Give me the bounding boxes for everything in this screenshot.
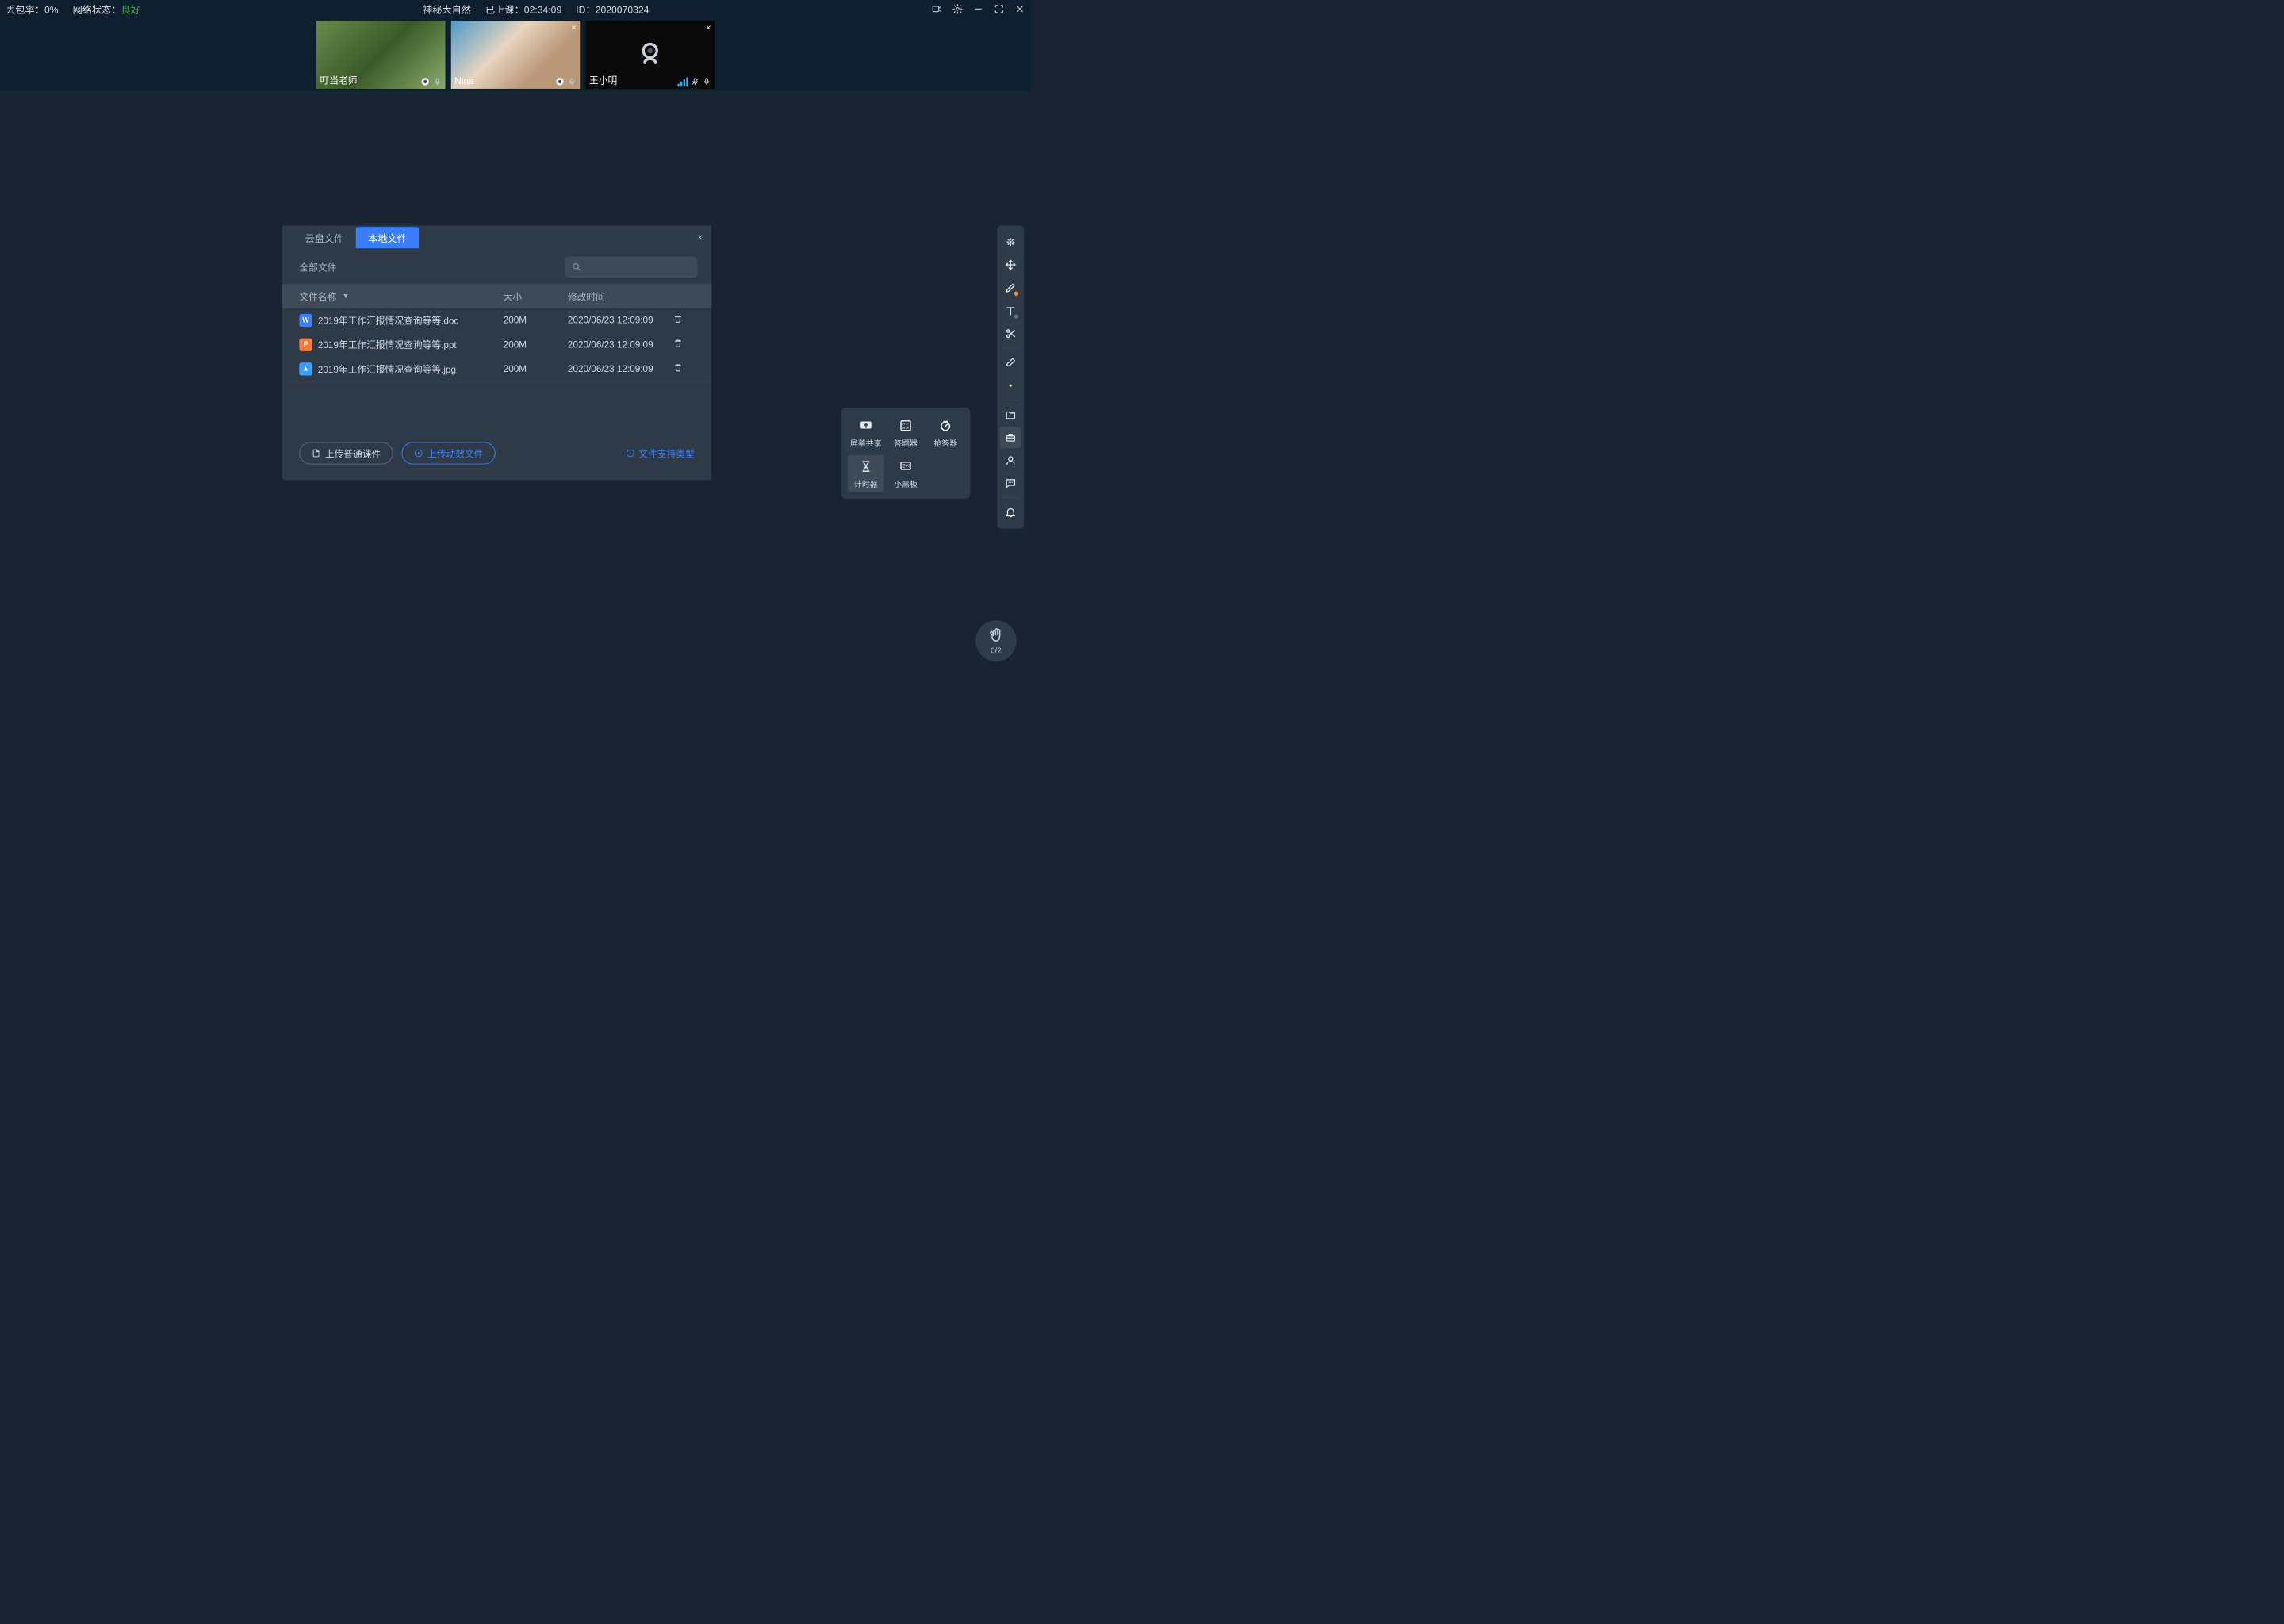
move-icon[interactable] xyxy=(1000,254,1021,275)
id-value: 2020070324 xyxy=(596,5,650,16)
tool-screen-share[interactable]: 屏幕共享 xyxy=(848,414,884,451)
pen-icon[interactable] xyxy=(1000,277,1021,298)
sort-caret-icon[interactable]: ▼ xyxy=(343,292,350,300)
eraser-icon[interactable] xyxy=(1000,352,1021,373)
file-time: 2020/06/23 12:09:09 xyxy=(568,363,673,374)
video-strip: 叮当老师 × Nina × 王小明 xyxy=(0,18,1031,92)
close-icon[interactable]: × xyxy=(697,232,703,243)
file-name: 2019年工作汇报情况查询等等.doc xyxy=(318,313,458,327)
globe-icon xyxy=(555,77,565,87)
main-area: 云盘文件 本地文件 × 全部文件 文件名称 ▼ 大小 修改时间 W 2019年工作… xyxy=(0,91,1031,733)
mic-icon xyxy=(568,77,577,87)
file-row[interactable]: P 2019年工作汇报情况查询等等.ppt 200M 2020/06/23 12… xyxy=(282,332,712,357)
trash-icon[interactable] xyxy=(673,362,684,373)
mic-muted-icon xyxy=(691,77,699,87)
svg-text:✗: ✗ xyxy=(906,426,910,430)
folder-icon[interactable] xyxy=(1000,404,1021,425)
file-type-icon: ▲ xyxy=(299,362,312,375)
file-row[interactable]: W 2019年工作汇报情况查询等等.doc 200M 2020/06/23 12… xyxy=(282,308,712,333)
supported-types-link[interactable]: 文件支持类型 xyxy=(626,446,695,460)
camera-off-icon xyxy=(634,39,666,71)
close-icon[interactable]: × xyxy=(706,23,711,33)
hand-raise-button[interactable]: 0/2 xyxy=(975,620,1017,661)
tool-buzzer[interactable]: 抢答器 xyxy=(927,414,964,451)
network-label: 网络状态： xyxy=(73,5,121,16)
svg-text:B: B xyxy=(902,426,905,430)
file-table-header: 文件名称 ▼ 大小 修改时间 xyxy=(282,284,712,308)
file-time: 2020/06/23 12:09:09 xyxy=(568,339,673,350)
file-name: 2019年工作汇报情况查询等等.jpg xyxy=(318,362,456,376)
col-name-header[interactable]: 文件名称 xyxy=(299,289,336,303)
top-bar: 丢包率：0% 网络状态：良好 神秘大自然 已上课：02:34:09 ID：202… xyxy=(0,0,1031,18)
video-tile-student[interactable]: × 王小明 xyxy=(585,21,715,89)
col-time-header[interactable]: 修改时间 xyxy=(568,289,673,303)
chat-icon[interactable] xyxy=(1000,473,1021,494)
dot-tool-icon[interactable] xyxy=(1000,375,1021,396)
fullscreen-icon[interactable] xyxy=(994,4,1005,15)
toolbox-icon[interactable] xyxy=(1000,427,1021,448)
text-icon[interactable] xyxy=(1000,300,1021,321)
globe-icon xyxy=(420,77,431,87)
network-value: 良好 xyxy=(121,5,140,16)
scissors-icon[interactable] xyxy=(1000,323,1021,344)
camera-icon[interactable] xyxy=(932,4,943,15)
hand-icon xyxy=(988,627,1005,644)
tab-local-files[interactable]: 本地文件 xyxy=(356,227,419,248)
participant-name: 王小明 xyxy=(589,74,617,87)
close-icon[interactable] xyxy=(1014,4,1025,15)
close-icon[interactable]: × xyxy=(571,23,576,33)
tool-timer[interactable]: 计时器 xyxy=(848,455,884,492)
search-input[interactable] xyxy=(565,257,697,278)
bell-icon[interactable] xyxy=(1000,501,1021,523)
minimize-icon[interactable] xyxy=(973,4,984,15)
trash-icon[interactable] xyxy=(673,339,684,349)
upload-animated-button[interactable]: 上传动效文件 xyxy=(401,442,495,464)
play-icon xyxy=(414,449,423,458)
svg-text:A: A xyxy=(902,422,905,426)
packet-loss-label: 丢包率： xyxy=(6,5,44,16)
mic-icon xyxy=(433,77,442,87)
room-title: 神秘大自然 xyxy=(423,2,471,16)
file-size: 200M xyxy=(504,339,568,350)
file-name: 2019年工作汇报情况查询等等.ppt xyxy=(318,338,457,351)
tool-quiz[interactable]: A✓B✗ 答题器 xyxy=(887,414,924,451)
color-indicator xyxy=(1014,291,1018,295)
elapsed-label: 已上课： xyxy=(485,5,524,16)
col-size-header[interactable]: 大小 xyxy=(504,289,568,303)
info-icon xyxy=(626,449,635,458)
user-icon[interactable] xyxy=(1000,450,1021,471)
color-indicator xyxy=(1014,314,1018,318)
right-toolbar xyxy=(998,225,1024,528)
breadcrumb[interactable]: 全部文件 xyxy=(299,260,336,274)
mic-icon xyxy=(703,77,711,87)
gear-icon[interactable] xyxy=(952,4,964,15)
video-tile-teacher[interactable]: 叮当老师 xyxy=(316,21,446,89)
packet-loss-value: 0% xyxy=(44,5,59,16)
file-size: 200M xyxy=(504,315,568,326)
participant-name: 叮当老师 xyxy=(320,74,358,87)
video-tile-student[interactable]: × Nina xyxy=(451,21,581,89)
file-dialog: 云盘文件 本地文件 × 全部文件 文件名称 ▼ 大小 修改时间 W 2019年工作… xyxy=(282,225,712,480)
tools-popup: 屏幕共享 A✓B✗ 答题器 抢答器 计时器 2+3 小黑板 xyxy=(841,408,971,499)
tool-blackboard[interactable]: 2+3 小黑板 xyxy=(887,455,924,492)
search-icon xyxy=(572,262,582,272)
participant-name: Nina xyxy=(454,75,473,86)
file-type-icon: W xyxy=(299,314,312,327)
file-time: 2020/06/23 12:09:09 xyxy=(568,315,673,326)
hand-count: 0/2 xyxy=(991,645,1002,655)
svg-text:✓: ✓ xyxy=(906,422,910,426)
file-type-icon: P xyxy=(299,338,312,350)
upload-normal-button[interactable]: 上传普通课件 xyxy=(299,442,393,464)
id-label: ID： xyxy=(576,5,595,16)
elapsed-value: 02:34:09 xyxy=(524,5,561,16)
file-size: 200M xyxy=(504,363,568,374)
document-icon xyxy=(312,449,321,458)
signal-bars-icon xyxy=(678,78,688,87)
laser-pointer-icon[interactable] xyxy=(1000,232,1021,253)
dialog-tabs: 云盘文件 本地文件 × xyxy=(282,225,712,250)
file-row[interactable]: ▲ 2019年工作汇报情况查询等等.jpg 200M 2020/06/23 12… xyxy=(282,357,712,381)
tab-cloud-files[interactable]: 云盘文件 xyxy=(293,227,355,248)
svg-text:2+3: 2+3 xyxy=(902,465,911,469)
trash-icon[interactable] xyxy=(673,314,684,324)
